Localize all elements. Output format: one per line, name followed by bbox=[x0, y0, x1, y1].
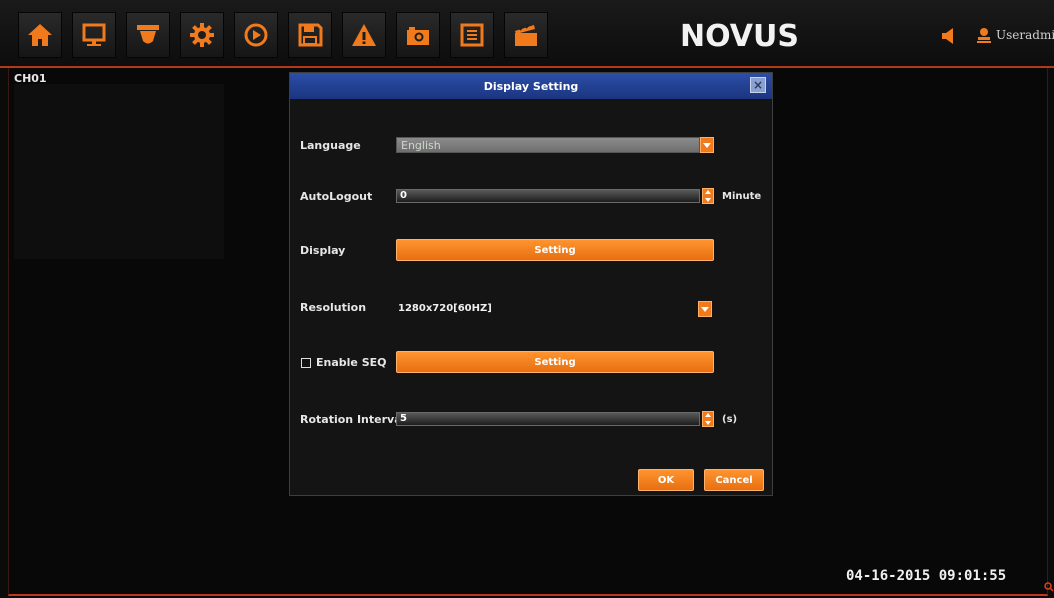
user-icon[interactable] bbox=[976, 26, 992, 44]
home-button[interactable] bbox=[18, 12, 62, 58]
autologout-field[interactable]: 0 bbox=[396, 189, 700, 203]
monitor-icon bbox=[82, 23, 106, 46]
close-icon: × bbox=[752, 78, 764, 92]
snapshot-button[interactable] bbox=[396, 12, 440, 58]
resolution-label: Resolution bbox=[300, 301, 367, 314]
backup-button[interactable] bbox=[288, 12, 332, 58]
language-label: Language bbox=[300, 139, 361, 152]
display-label: Display bbox=[300, 244, 346, 257]
display-setting-button[interactable]: Setting bbox=[396, 239, 714, 261]
autologout-spinner[interactable] bbox=[702, 188, 714, 204]
zoom-icon[interactable] bbox=[1044, 582, 1054, 592]
playback-button[interactable] bbox=[234, 12, 278, 58]
warning-icon bbox=[352, 24, 376, 46]
play-icon bbox=[244, 23, 268, 47]
resolution-dropdown-arrow[interactable] bbox=[698, 301, 712, 317]
camera-icon bbox=[407, 27, 429, 45]
datetime-overlay: 04-16-2015 09:01:55 bbox=[846, 568, 1007, 584]
dialog-title: Display Setting bbox=[483, 79, 579, 93]
autologout-unit: Minute bbox=[722, 191, 762, 202]
enable-seq-checkbox[interactable] bbox=[301, 358, 311, 368]
ok-button[interactable]: OK bbox=[638, 469, 694, 491]
enable-seq-label: Enable SEQ bbox=[316, 356, 387, 369]
username-label: Useradmi bbox=[996, 28, 1054, 42]
seq-setting-button[interactable]: Setting bbox=[396, 351, 714, 373]
autologout-label: AutoLogout bbox=[300, 190, 373, 203]
save-icon bbox=[298, 23, 323, 47]
alarm-button[interactable] bbox=[342, 12, 386, 58]
rotation-interval-value: 5 bbox=[400, 413, 407, 424]
log-button[interactable] bbox=[450, 12, 494, 58]
list-icon bbox=[460, 23, 484, 47]
language-value: English bbox=[401, 139, 441, 152]
rotation-interval-spinner[interactable] bbox=[702, 411, 714, 427]
live-view-button[interactable] bbox=[72, 12, 116, 58]
record-button[interactable] bbox=[504, 12, 548, 58]
rotation-interval-label: Rotation Interval bbox=[300, 413, 406, 426]
settings-button[interactable] bbox=[180, 12, 224, 58]
rotation-interval-unit: (s) bbox=[722, 414, 738, 425]
brand-logo: NOVUS bbox=[680, 18, 799, 54]
close-button[interactable]: × bbox=[750, 77, 766, 93]
autologout-value: 0 bbox=[400, 190, 407, 201]
cancel-button[interactable]: Cancel bbox=[704, 469, 764, 491]
clapper-icon bbox=[515, 23, 537, 46]
gear-icon bbox=[190, 23, 214, 47]
home-icon bbox=[28, 24, 52, 46]
channel-label: CH01 bbox=[14, 72, 47, 85]
speaker-icon[interactable] bbox=[940, 26, 960, 46]
resolution-value[interactable]: 1280x720[60HZ] bbox=[398, 303, 492, 314]
dialog-title-bar: Display Setting × bbox=[290, 73, 772, 99]
display-setting-dialog: Display Setting × Language English AutoL… bbox=[289, 72, 773, 496]
channel-tile[interactable] bbox=[14, 84, 224, 259]
rotation-interval-field[interactable]: 5 bbox=[396, 412, 700, 426]
ptz-button[interactable] bbox=[126, 12, 170, 58]
language-dropdown-arrow[interactable] bbox=[700, 137, 714, 153]
language-select[interactable]: English bbox=[396, 137, 700, 153]
camera-dome-icon bbox=[137, 25, 159, 44]
